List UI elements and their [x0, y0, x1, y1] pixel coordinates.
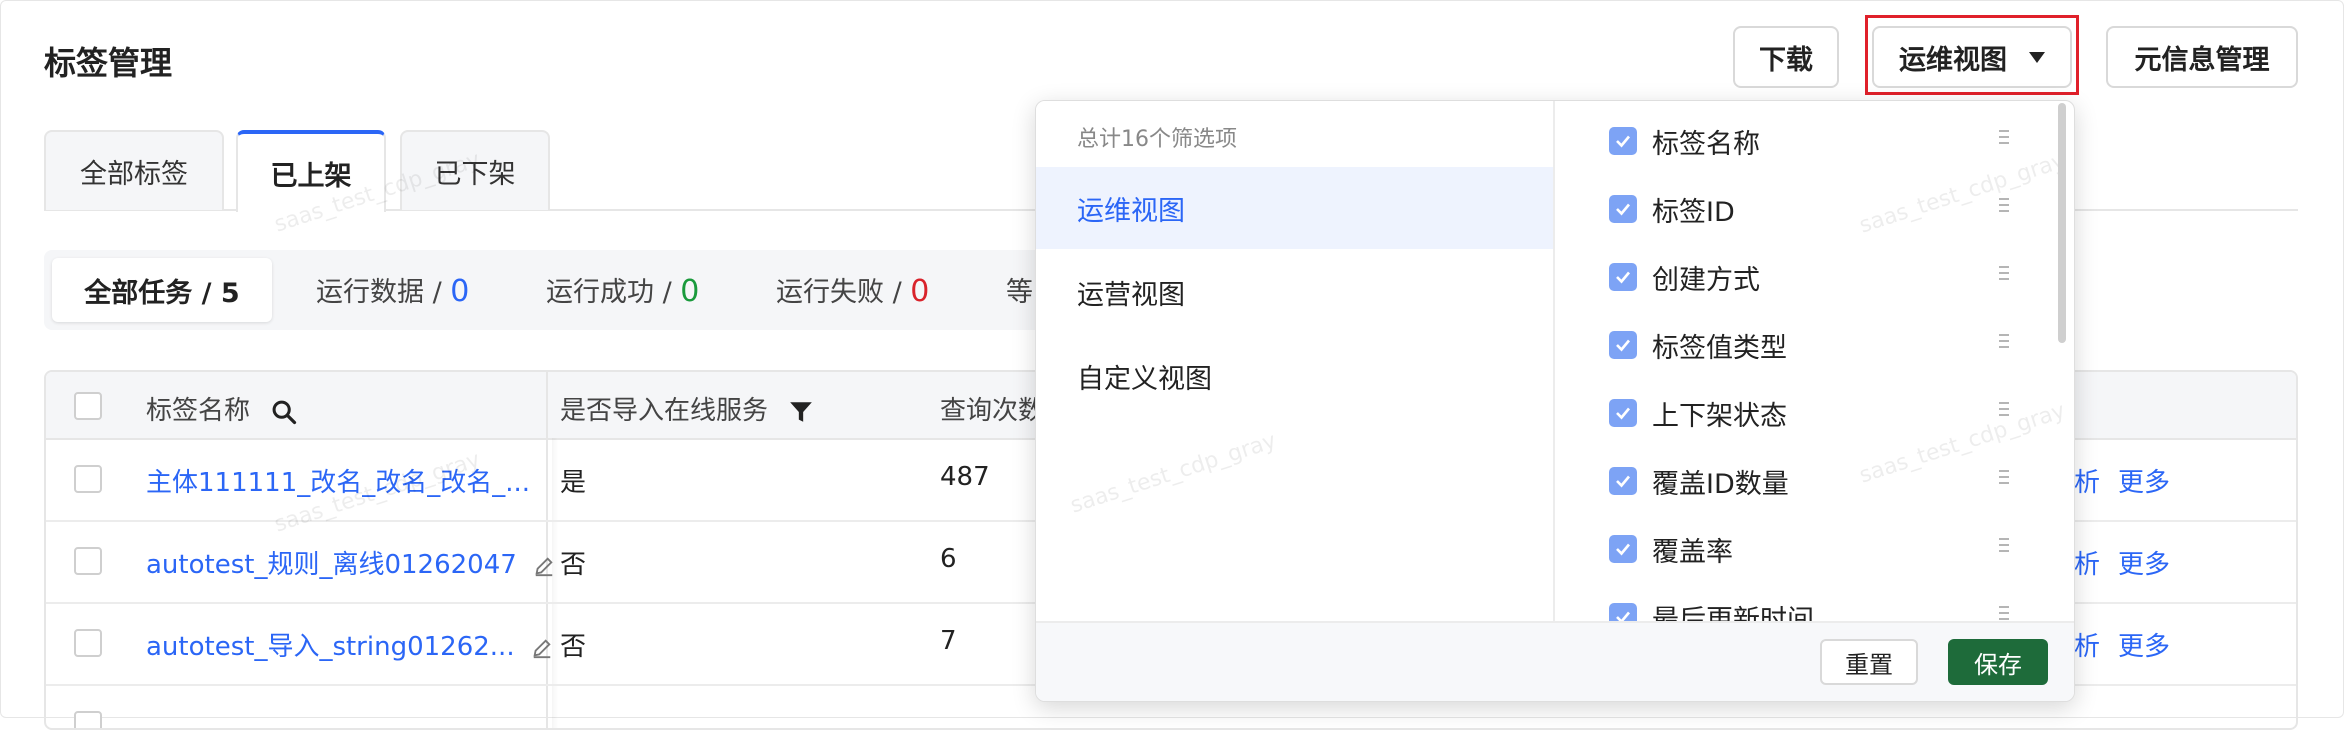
tag-name-link[interactable]: autotest_导入_string01262...	[146, 632, 515, 662]
column-option[interactable]: 标签名称	[1555, 107, 2055, 175]
analyze-link[interactable]: 析	[2074, 462, 2100, 499]
view-button-highlight	[1865, 15, 2079, 95]
tag-name-cell: autotest_规则_离线01262047	[146, 544, 555, 581]
column-option[interactable]: 标签值类型	[1555, 311, 2055, 379]
view-option-custom[interactable]: 自定义视图	[1036, 335, 1553, 417]
checkbox-checked-icon[interactable]	[1609, 331, 1637, 359]
header-online-service: 是否导入在线服务	[560, 390, 814, 427]
header-online-service-label: 是否导入在线服务	[560, 396, 769, 426]
more-link[interactable]: 更多	[2118, 462, 2170, 499]
checkbox-checked-icon[interactable]	[1609, 467, 1637, 495]
query-count-value: 7	[940, 626, 957, 656]
checkbox-checked-icon[interactable]	[1609, 535, 1637, 563]
watermark: saas_test_cdp_gray	[1067, 428, 1280, 519]
drag-handle-icon[interactable]	[1999, 538, 2009, 560]
column-option[interactable]: 创建方式	[1555, 243, 2055, 311]
header-tag-name-label: 标签名称	[146, 396, 251, 426]
tag-name-link[interactable]: autotest_规则_离线01262047	[146, 550, 517, 580]
drag-handle-icon[interactable]	[1999, 130, 2009, 152]
filter-icon[interactable]	[788, 399, 814, 425]
column-option[interactable]: 覆盖率	[1555, 515, 2055, 583]
drag-handle-icon[interactable]	[1999, 198, 2009, 220]
column-label: 上下架状态	[1652, 400, 1787, 432]
edit-icon[interactable]	[531, 637, 553, 659]
save-button[interactable]: 保存	[1948, 639, 2048, 685]
status-more[interactable]: 等	[1006, 270, 1033, 309]
online-value: 是	[560, 468, 587, 498]
view-list-panel: 总计16个筛选项 运维视图 运营视图 自定义视图 saas_test_cdp_g…	[1036, 101, 1555, 621]
column-label: 覆盖ID数量	[1652, 468, 1789, 500]
drag-handle-icon[interactable]	[1999, 266, 2009, 288]
more-link[interactable]: 更多	[2118, 626, 2170, 663]
column-label: 标签ID	[1652, 196, 1735, 228]
status-running-label: 运行数据 /	[316, 277, 451, 308]
drag-handle-icon[interactable]	[1999, 606, 2009, 621]
select-all-checkbox[interactable]	[74, 392, 102, 420]
filter-total-text: 总计16个筛选项	[1077, 127, 1237, 152]
online-value: 否	[560, 550, 587, 580]
view-option-ops[interactable]: 运维视图	[1036, 167, 1553, 249]
column-label: 最后更新时间	[1652, 604, 1814, 622]
status-running-count: 0	[450, 274, 470, 309]
status-failed-count: 0	[910, 274, 930, 309]
edit-icon[interactable]	[533, 555, 555, 577]
download-button[interactable]: 下载	[1733, 26, 1839, 88]
analyze-link[interactable]: 析	[2074, 544, 2100, 581]
checkbox-checked-icon[interactable]	[1609, 399, 1637, 427]
reset-button[interactable]: 重置	[1820, 639, 1918, 685]
status-success-count: 0	[680, 274, 700, 309]
status-running[interactable]: 运行数据 / 0	[316, 270, 469, 309]
online-value: 否	[560, 632, 587, 662]
analyze-link[interactable]: 析	[2074, 626, 2100, 663]
column-list-scrollbar[interactable]	[2058, 103, 2066, 343]
page-title: 标签管理	[44, 44, 173, 82]
tab-all-tags[interactable]: 全部标签	[44, 130, 224, 210]
column-list-panel: 标签名称 标签ID 创建方式 标签值类型 上下架状态 覆盖ID数量 覆盖率 最后…	[1555, 101, 2074, 621]
status-failed[interactable]: 运行失败 / 0	[776, 270, 929, 309]
header-query-count: 查询次数	[940, 396, 1045, 426]
search-icon[interactable]	[270, 398, 298, 426]
checkbox-checked-icon[interactable]	[1609, 603, 1637, 621]
status-success-label: 运行成功 /	[546, 277, 681, 308]
popover-footer: 重置 保存	[1036, 621, 2074, 701]
column-option[interactable]: 覆盖ID数量	[1555, 447, 2055, 515]
view-option-operations[interactable]: 运营视图	[1036, 251, 1553, 333]
row-checkbox[interactable]	[74, 547, 102, 575]
column-label: 创建方式	[1652, 264, 1760, 296]
status-all-tasks[interactable]: 全部任务 / 5	[52, 258, 272, 322]
header-tag-name: 标签名称	[146, 390, 298, 427]
drag-handle-icon[interactable]	[1999, 334, 2009, 356]
status-success[interactable]: 运行成功 / 0	[546, 270, 699, 309]
status-failed-label: 运行失败 /	[776, 277, 911, 308]
row-checkbox[interactable]	[74, 629, 102, 657]
checkbox-checked-icon[interactable]	[1609, 195, 1637, 223]
meta-management-button[interactable]: 元信息管理	[2106, 26, 2298, 88]
view-dropdown-popover: 总计16个筛选项 运维视图 运营视图 自定义视图 saas_test_cdp_g…	[1035, 100, 2075, 702]
row-checkbox[interactable]	[74, 465, 102, 493]
column-option[interactable]: 最后更新时间	[1555, 583, 2055, 621]
column-label: 标签值类型	[1652, 332, 1787, 364]
checkbox-checked-icon[interactable]	[1609, 127, 1637, 155]
row-checkbox[interactable]	[74, 711, 102, 728]
drag-handle-icon[interactable]	[1999, 470, 2009, 492]
more-link[interactable]: 更多	[2118, 544, 2170, 581]
query-count-value: 487	[940, 462, 990, 492]
column-label: 标签名称	[1652, 128, 1760, 160]
checkbox-checked-icon[interactable]	[1609, 263, 1637, 291]
column-label: 覆盖率	[1652, 536, 1733, 568]
tag-name-cell: autotest_导入_string01262...	[146, 626, 553, 663]
query-count-value: 6	[940, 544, 957, 574]
